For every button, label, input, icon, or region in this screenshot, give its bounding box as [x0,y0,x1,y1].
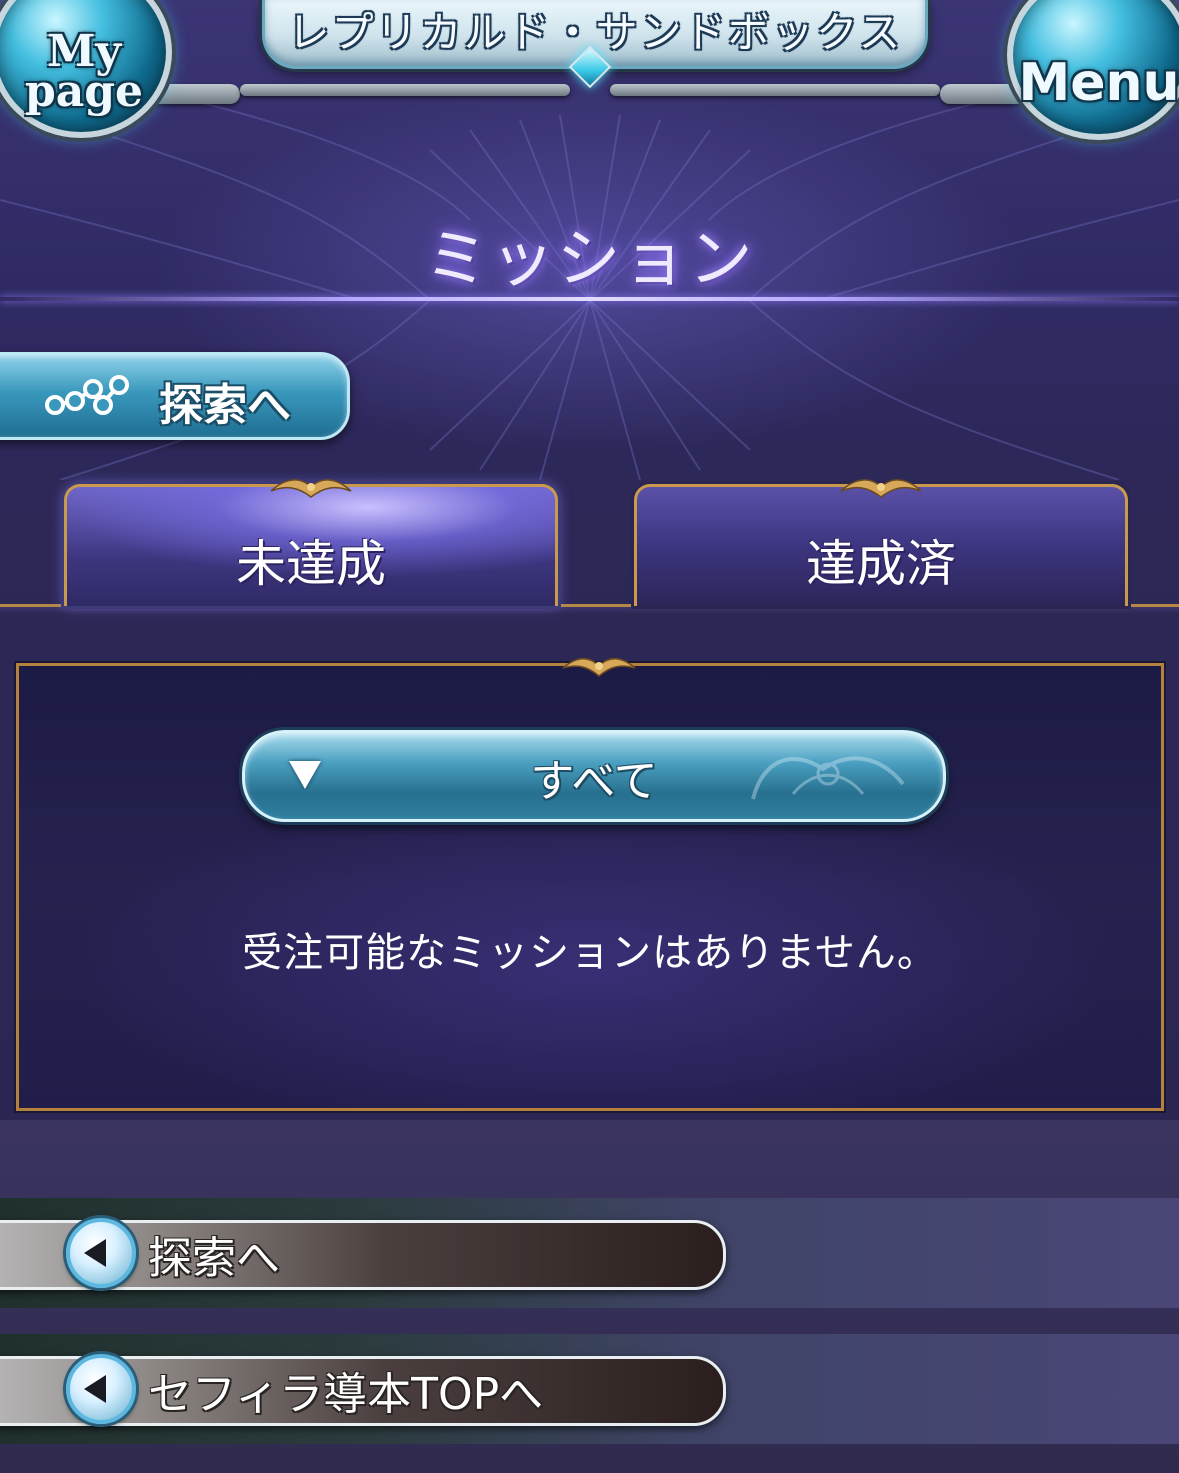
menu-label: Menu [1018,52,1179,113]
tab-completed[interactable]: 達成済 [634,479,1128,606]
emblem-icon [751,756,905,800]
back-arrow-icon[interactable] [66,1218,136,1288]
tab-incomplete-label: 未達成 [236,534,386,593]
ornament-icon [270,479,352,498]
tab-incomplete[interactable]: 未達成 [64,479,558,606]
header: レプリカルド・サンドボックス My page Menu [0,0,1179,150]
back-arrow-icon[interactable] [66,1354,136,1424]
mission-panel: すべて 受注可能なミッションはありません。 [16,658,1164,1111]
page-title: ミッション [424,223,755,297]
explore-button-label: 探索へ [159,380,291,431]
nodes-icon [45,375,129,415]
ornament-icon [840,479,922,498]
sephira-top-label: セフィラ導本TOPへ [148,1369,544,1420]
empty-mission-message: 受注可能なミッションはありません。 [242,930,938,976]
mypage-label: My page [24,26,144,117]
menu-button[interactable]: Menu [1007,0,1179,140]
bottom-nav-explore-row: 探索へ [0,1198,1179,1308]
ornament-icon [562,658,636,677]
bottom-nav-top-row: セフィラ導本TOPへ [0,1334,1179,1444]
mypage-button[interactable]: My page [0,0,172,138]
tab-completed-label: 達成済 [806,534,956,593]
header-frame-center-right [610,84,940,96]
bottom-explore-label: 探索へ [148,1233,280,1284]
mission-filter-dropdown[interactable]: すべて [242,730,946,822]
header-frame-center-left [240,84,570,96]
explore-button[interactable]: 探索へ [0,352,350,440]
title-divider [0,297,1179,301]
